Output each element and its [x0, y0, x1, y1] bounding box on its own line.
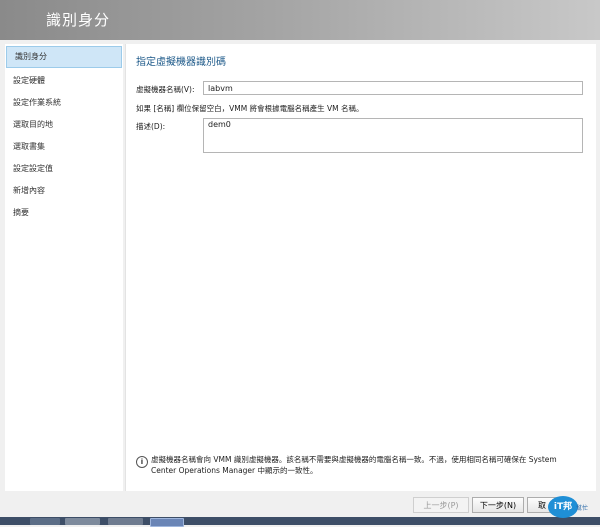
next-button[interactable]: 下一步(N) [472, 497, 524, 513]
description-label: 描述(D): [136, 122, 166, 131]
window-header: 識別身分 [0, 0, 600, 40]
sidebar-item-properties[interactable]: 新增內容 [5, 180, 123, 202]
window-title: 識別身分 [46, 11, 111, 29]
info-icon: i [136, 456, 148, 468]
sidebar-item-os[interactable]: 設定作業系統 [5, 92, 123, 114]
taskbar-app-icon[interactable] [65, 518, 100, 525]
taskbar-app-icon[interactable] [108, 518, 143, 525]
taskbar-app-icon[interactable] [30, 518, 60, 525]
vm-name-label: 虛擬機器名稱(V): [136, 85, 195, 94]
wizard-footer: 上一步(P) 下一步(N) 取 [0, 491, 600, 517]
vm-name-input[interactable] [203, 81, 583, 95]
taskbar [0, 517, 600, 527]
sidebar-item-identity[interactable]: 識別身分 [6, 46, 122, 68]
info-text: 虛擬機器名稱會向 VMM 識別虛擬機器。該名稱不需要與虛擬機器的電腦名稱一致。不… [151, 455, 557, 475]
description-textarea[interactable]: dem0 [203, 118, 583, 153]
watermark-logo: iT邦 [548, 496, 578, 518]
sidebar-item-hardware[interactable]: 設定硬體 [5, 70, 123, 92]
main-panel: 指定虛擬機器識別碼 虛擬機器名稱(V): 如果 [名稱] 欄位保留空白，VMM … [125, 44, 596, 491]
section-title: 指定虛擬機器識別碼 [136, 57, 226, 68]
wizard-sidebar: 識別身分 設定硬體 設定作業系統 選取目的地 選取書集 設定設定值 新增內容 摘… [5, 44, 123, 491]
sidebar-item-settings[interactable]: 設定設定值 [5, 158, 123, 180]
watermark-subtitle: 幫忙 [576, 505, 589, 512]
sidebar-item-summary[interactable]: 摘要 [5, 202, 123, 224]
sidebar-item-destination[interactable]: 選取目的地 [5, 114, 123, 136]
taskbar-active-app-icon[interactable] [150, 518, 184, 527]
previous-button[interactable]: 上一步(P) [413, 497, 469, 513]
vm-name-hint: 如果 [名稱] 欄位保留空白，VMM 將會根據電腦名稱產生 VM 名稱。 [136, 104, 364, 113]
sidebar-item-host[interactable]: 選取書集 [5, 136, 123, 158]
